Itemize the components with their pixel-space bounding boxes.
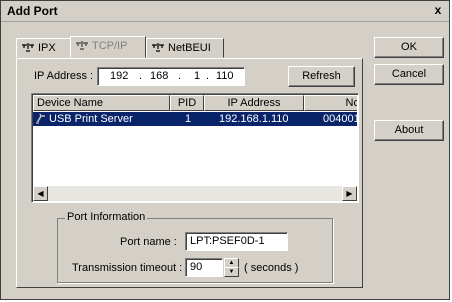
device-name-cell: USB Print Server [49, 113, 133, 125]
column-device-name[interactable]: Device Name [33, 95, 170, 111]
tab-ipx[interactable]: IPX [16, 38, 71, 58]
tab-tcpip[interactable]: TCP/IP [70, 36, 146, 58]
ip-dot: . [178, 70, 182, 82]
table-row[interactable]: USB Print Server 1 192.168.1.110 004001 [33, 112, 360, 126]
tab-ipx-label: IPX [38, 42, 56, 54]
ip-dot: . [139, 70, 143, 82]
ip-octet-3[interactable]: 1 [194, 70, 200, 82]
add-port-dialog: Add Port x IPX TCP/IP NetBEUI IP Address… [0, 0, 450, 300]
port-name-label: Port name : [120, 236, 177, 248]
column-extra[interactable]: Nc [304, 95, 357, 111]
ip-octet-4[interactable]: 110 [216, 70, 234, 82]
scroll-left-icon[interactable]: ◀ [33, 186, 48, 201]
port-name-input[interactable]: LPT:PSEF0D-1 [185, 232, 288, 251]
horizontal-scrollbar[interactable]: ◀ ▶ [33, 186, 357, 201]
tab-netbeui-label: NetBEUI [168, 42, 211, 54]
timeout-label: Transmission timeout : [72, 262, 183, 274]
ip-dot: . [206, 70, 210, 82]
ok-button[interactable]: OK [374, 37, 444, 58]
network-icon [76, 41, 88, 50]
refresh-button[interactable]: Refresh [288, 66, 355, 87]
port-information-label: Port Information [65, 211, 148, 223]
list-header: Device Name PID IP Address Nc [33, 95, 357, 111]
ip-octet-2[interactable]: 168 [150, 70, 168, 82]
ip-address-cell: 192.168.1.110 [219, 113, 289, 125]
column-ip-address[interactable]: IP Address [204, 95, 304, 111]
network-icon [152, 43, 164, 52]
tab-tcpip-label: TCP/IP [92, 40, 128, 52]
tab-netbeui[interactable]: NetBEUI [146, 38, 224, 58]
ip-address-label: IP Address : [34, 70, 94, 82]
device-list[interactable]: Device Name PID IP Address Nc USB Print … [31, 93, 360, 203]
column-pid[interactable]: PID [170, 95, 204, 111]
dialog-title: Add Port [7, 4, 58, 18]
timeout-units: ( seconds ) [244, 262, 299, 274]
cancel-button[interactable]: Cancel [374, 64, 444, 85]
about-button[interactable]: About [374, 120, 444, 141]
close-button[interactable]: x [431, 4, 445, 17]
printer-icon [36, 113, 45, 124]
scroll-right-icon[interactable]: ▶ [342, 186, 357, 201]
network-icon [22, 43, 34, 52]
ip-octet-1[interactable]: 192 [110, 70, 128, 82]
pid-cell: 1 [185, 113, 192, 125]
title-bar[interactable]: Add Port x [1, 1, 449, 22]
spin-down-icon[interactable]: ▼ [224, 267, 239, 277]
ip-address-field[interactable]: 192 . 168 . 1 . 110 [97, 67, 245, 86]
timeout-spinner[interactable]: ▲ ▼ [224, 258, 239, 277]
extra-cell: 004001 [323, 113, 360, 125]
timeout-input[interactable]: 90 [185, 258, 223, 277]
